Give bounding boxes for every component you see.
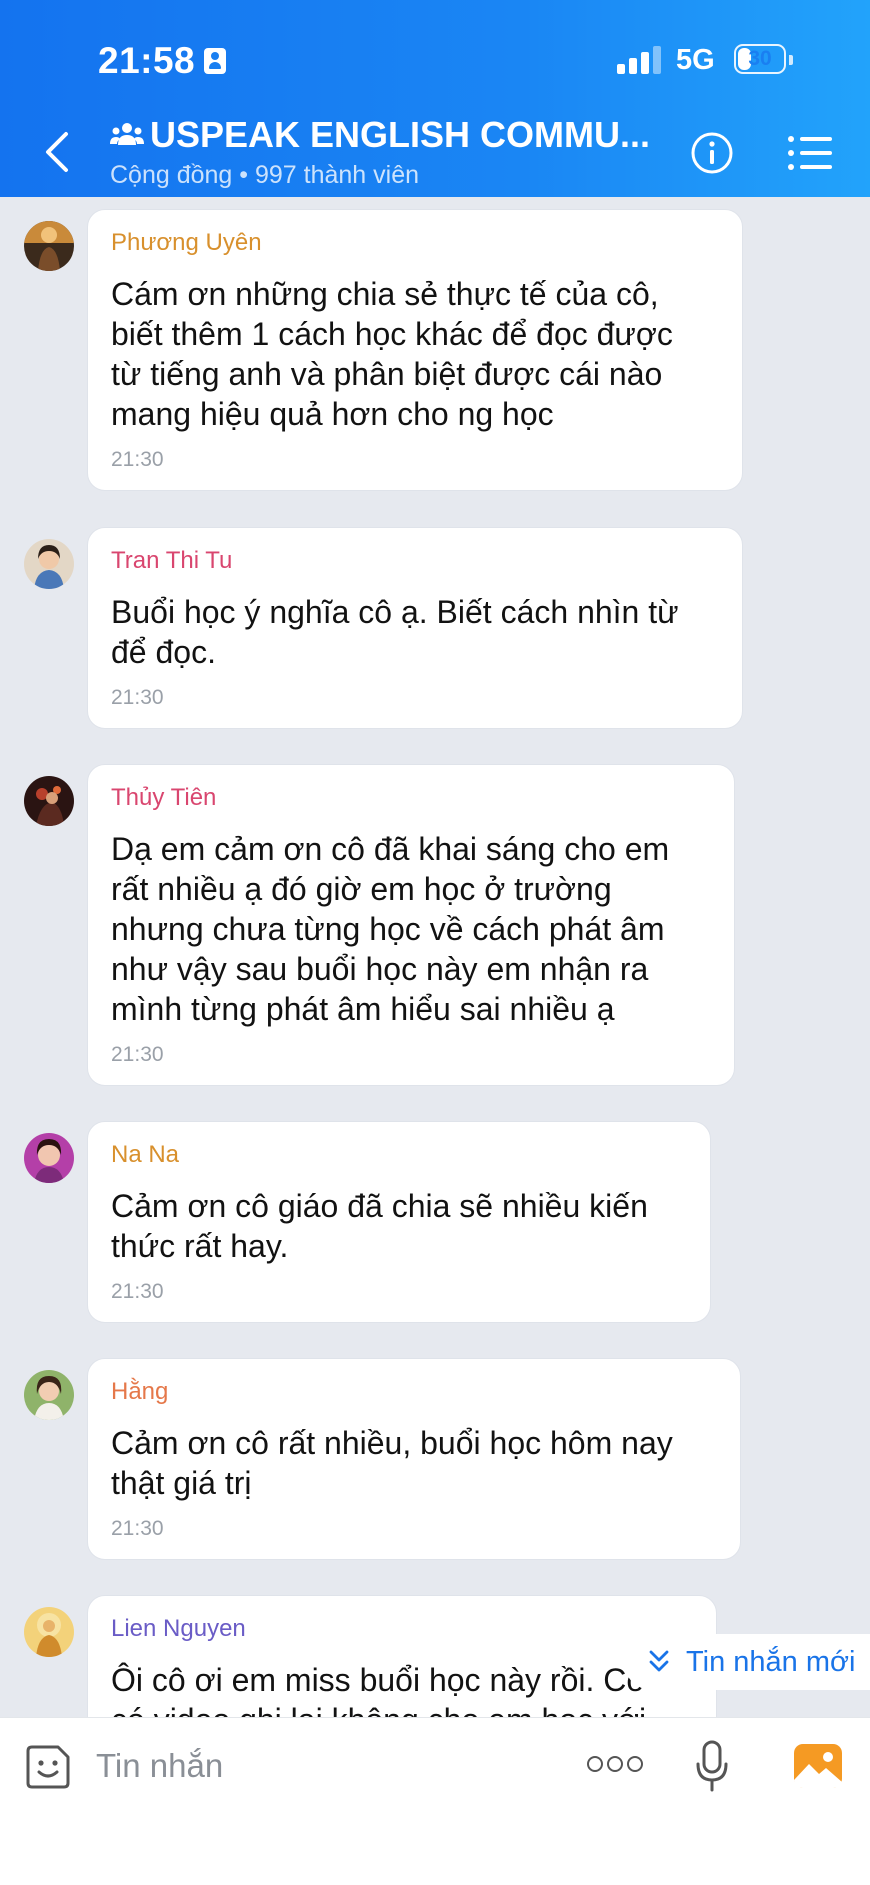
message-time: 21:30 <box>111 1280 164 1303</box>
sender-name[interactable]: Thủy Tiên <box>111 783 710 813</box>
sender-name[interactable]: Hằng <box>111 1377 716 1407</box>
battery-tip <box>789 55 793 65</box>
sticker-button[interactable] <box>24 1743 72 1791</box>
message-bubble[interactable]: Thủy Tiên Dạ em cảm ơn cô đã khai sáng c… <box>87 764 735 1086</box>
network-type: 5G <box>676 44 715 76</box>
menu-button[interactable] <box>786 133 832 173</box>
avatar[interactable] <box>24 539 74 589</box>
menu-list-icon <box>788 136 832 170</box>
send-image-button[interactable] <box>792 1742 844 1790</box>
group-title[interactable]: USPEAK ENGLISH COMMU... <box>150 114 650 156</box>
dot-icon <box>607 1756 623 1772</box>
signal-strength-icon <box>617 46 663 74</box>
message-list[interactable]: Phương Uyên Cám ơn những chia sẻ thực tế… <box>0 197 870 1717</box>
group-icon <box>110 123 144 145</box>
message-text: Cám ơn những chia sẻ thực tế của cô, biế… <box>111 276 673 432</box>
message-bubble[interactable]: Tran Thi Tu Buổi học ý nghĩa cô ạ. Biết … <box>87 527 743 729</box>
message-input[interactable] <box>96 1736 556 1796</box>
sender-name[interactable]: Tran Thi Tu <box>111 546 718 576</box>
avatar[interactable] <box>24 1370 74 1420</box>
message-text: Cảm ơn cô rất nhiều, buổi học hôm nay th… <box>111 1425 673 1501</box>
message-time: 21:30 <box>111 1043 164 1066</box>
image-gallery-icon <box>794 1744 842 1788</box>
sender-name[interactable]: Lien Nguyen <box>111 1614 692 1644</box>
battery-percent: 30 <box>748 47 772 70</box>
info-button[interactable] <box>690 131 734 175</box>
avatar[interactable] <box>24 1607 74 1657</box>
message-time: 21:30 <box>111 448 164 471</box>
avatar[interactable] <box>24 776 74 826</box>
microphone-icon <box>696 1740 728 1792</box>
message-time: 21:30 <box>111 686 164 709</box>
more-options-button[interactable] <box>587 1756 643 1776</box>
message-bubble[interactable]: Na Na Cảm ơn cô giáo đã chia sẽ nhiều ki… <box>87 1121 711 1323</box>
avatar[interactable] <box>24 221 74 271</box>
status-bar: 21:58 5G 30 <box>0 40 870 90</box>
sender-name[interactable]: Na Na <box>111 1140 686 1170</box>
dot-icon <box>627 1756 643 1772</box>
message-text: Buổi học ý nghĩa cô ạ. Biết cách nhìn từ… <box>111 594 679 670</box>
double-chevron-down-icon <box>649 1650 669 1672</box>
info-icon <box>691 132 733 174</box>
chat-header: 21:58 5G 30 USPEAK ENGLISH COMMU... Cộng… <box>0 0 870 197</box>
message-time: 21:30 <box>111 1517 164 1540</box>
message-text: Cảm ơn cô giáo đã chia sẽ nhiều kiến thứ… <box>111 1188 648 1264</box>
message-text: Dạ em cảm ơn cô đã khai sáng cho em rất … <box>111 831 670 1027</box>
back-arrow-icon <box>46 132 68 172</box>
voice-message-button[interactable] <box>694 1738 730 1794</box>
sticker-smile-icon <box>26 1745 70 1789</box>
new-messages-label: Tin nhắn mới <box>686 1645 856 1678</box>
message-bubble[interactable]: Phương Uyên Cám ơn những chia sẻ thực tế… <box>87 209 743 491</box>
new-messages-button[interactable]: Tin nhắn mới <box>624 1634 870 1690</box>
group-subtitle: Cộng đồng • 997 thành viên <box>110 161 419 189</box>
battery-icon: 30 <box>734 44 786 74</box>
sender-name[interactable]: Phương Uyên <box>111 228 718 258</box>
back-button[interactable] <box>40 130 80 180</box>
message-text: Ôi cô ơi em miss buổi học này rồi. Cô có… <box>111 1662 646 1717</box>
message-composer <box>0 1717 870 1885</box>
dot-icon <box>587 1756 603 1772</box>
message-bubble[interactable]: Hằng Cảm ơn cô rất nhiều, buổi học hôm n… <box>87 1358 741 1560</box>
status-time: 21:58 <box>98 40 196 81</box>
avatar[interactable] <box>24 1133 74 1183</box>
message-bubble[interactable]: Lien Nguyen Ôi cô ơi em miss buổi học nà… <box>87 1595 717 1717</box>
person-badge-icon <box>204 48 226 74</box>
